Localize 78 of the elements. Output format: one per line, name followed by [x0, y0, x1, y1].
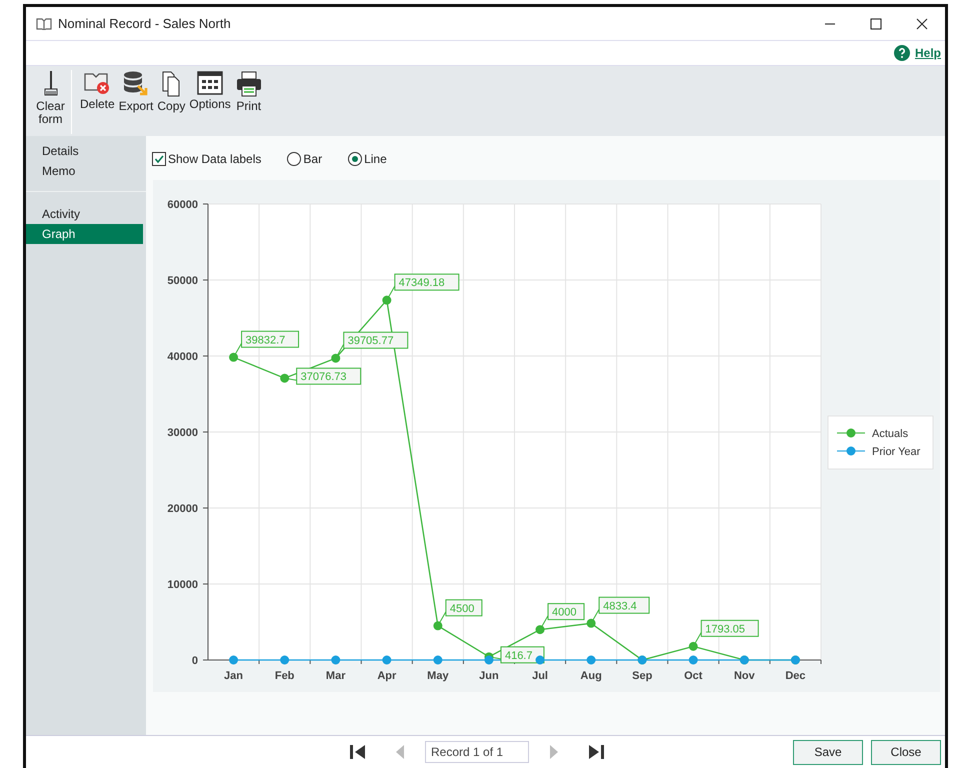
data-point	[688, 642, 698, 651]
x-tick-label: Aug	[580, 670, 602, 682]
x-tick-label: Jan	[224, 670, 244, 682]
chart-type-radio[interactable]: Bar	[287, 152, 322, 166]
y-tick-label: 60000	[167, 199, 198, 211]
data-point	[688, 656, 698, 664]
data-label: 416.7	[504, 650, 532, 662]
data-point	[484, 656, 494, 664]
x-tick-label: Oct	[684, 670, 702, 682]
y-tick-label: 30000	[167, 427, 198, 439]
check-icon	[154, 154, 164, 164]
data-point	[586, 618, 596, 628]
legend-marker	[836, 428, 866, 438]
legend-label: Actuals	[872, 428, 908, 440]
data-point	[433, 656, 442, 664]
help-link[interactable]: Help	[914, 46, 941, 60]
y-tick-label: 50000	[167, 275, 198, 287]
print-toolbar-button[interactable]: Print	[232, 70, 265, 113]
database-export-icon	[122, 70, 150, 98]
data-point	[382, 296, 392, 305]
legend-label: Prior Year	[872, 446, 920, 458]
data-point	[331, 354, 340, 363]
x-tick-label: Apr	[377, 670, 396, 682]
footer-button[interactable]: Save	[793, 740, 863, 764]
x-tick-label: Dec	[785, 670, 806, 682]
options-toolbar-button[interactable]: Options	[187, 70, 233, 111]
help-icon[interactable]	[894, 45, 910, 61]
data-point	[229, 656, 238, 664]
data-label: 37076.73	[300, 371, 347, 384]
data-label: 4833.4	[603, 600, 637, 612]
copy-toolbar-button[interactable]: Copy	[155, 70, 188, 113]
data-point	[280, 374, 290, 383]
grid-icon	[197, 70, 224, 96]
chart-type-radio[interactable]: Line	[348, 152, 387, 166]
data-point	[382, 656, 392, 664]
sidebar-item[interactable]: Details	[26, 141, 143, 161]
export-toolbar-button[interactable]: Export	[116, 70, 156, 113]
y-tick-label: 40000	[167, 351, 198, 363]
x-tick-label: May	[427, 670, 449, 682]
window-title: Nominal Record - Sales North	[58, 16, 231, 31]
y-tick-label: 10000	[167, 579, 198, 591]
sidebar-item[interactable]: Graph	[26, 224, 143, 244]
copy-icon	[160, 70, 182, 98]
y-tick-label: 0	[192, 655, 198, 667]
first-icon	[349, 743, 367, 761]
data-point	[280, 656, 290, 664]
book-icon	[36, 18, 52, 30]
footer-button[interactable]: Close	[871, 740, 941, 764]
data-point	[536, 656, 545, 664]
maximize-icon	[870, 18, 882, 30]
data-label: 1793.05	[705, 623, 746, 636]
x-tick-label: Sep	[632, 670, 652, 682]
data-point	[536, 625, 545, 634]
sidebar-item[interactable]: Activity	[26, 204, 143, 224]
data-point	[331, 656, 340, 664]
x-tick-label: Jul	[532, 670, 548, 682]
data-label: 39832.7	[246, 334, 286, 346]
printer-icon	[234, 70, 263, 98]
delete-toolbar-button[interactable]: Delete	[78, 70, 117, 111]
record-field[interactable]: Record 1 of 1	[425, 741, 529, 763]
data-point	[586, 656, 596, 664]
sidebar-item[interactable]: Memo	[26, 161, 143, 181]
x-tick-label: Jun	[479, 670, 499, 682]
data-label: 4000	[552, 606, 577, 619]
y-tick-label: 20000	[167, 503, 198, 515]
data-label: 47349.18	[398, 277, 445, 290]
close-icon	[916, 18, 928, 30]
data-label: 39705.77	[348, 335, 394, 348]
show-data-labels-checkbox[interactable]: Show Data labels	[152, 152, 262, 166]
clear-toolbar-button[interactable]: Clear form	[30, 70, 72, 134]
data-point	[229, 352, 238, 362]
x-tick-label: Nov	[734, 670, 755, 682]
data-point	[433, 621, 442, 630]
data-label: 4500	[450, 602, 474, 615]
x-tick-label: Feb	[274, 670, 294, 682]
x-tick-label: Mar	[326, 670, 346, 682]
legend-marker	[836, 446, 866, 456]
last-icon	[587, 743, 605, 761]
